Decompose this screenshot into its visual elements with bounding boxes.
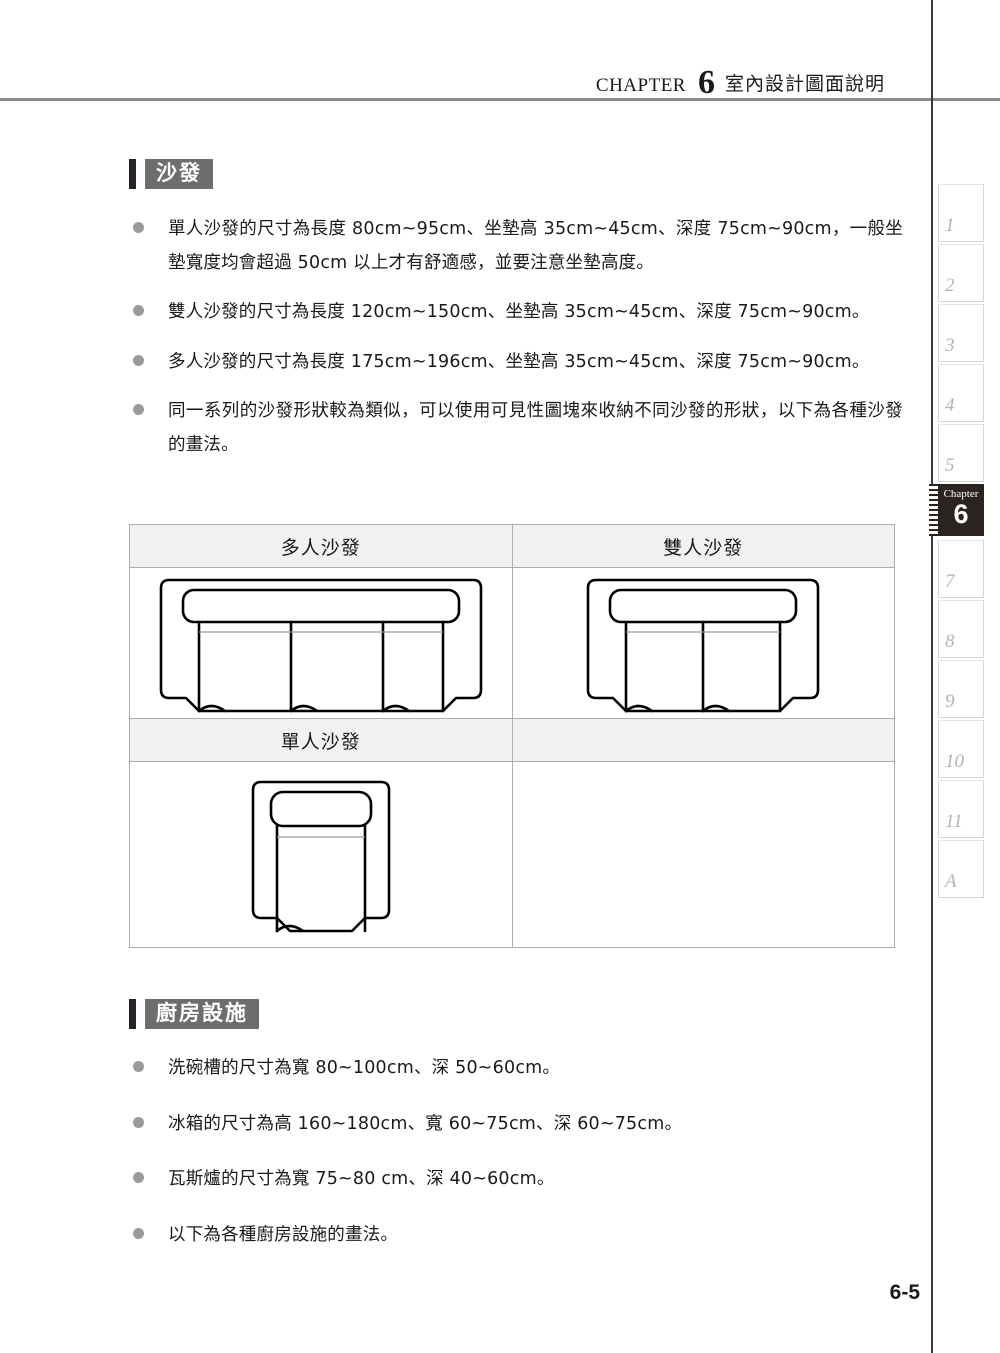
list-item: 洗碗槽的尺寸為寬 80~100cm、深 50~60cm。 xyxy=(133,1052,903,1086)
chapter-tab-6-active[interactable]: Chapter 6 xyxy=(929,484,984,536)
header-title: 室內設計圖面說明 xyxy=(724,73,885,95)
list-item: 以下為各種廚房設施的畫法。 xyxy=(133,1219,903,1253)
table-header-cell-empty xyxy=(511,718,895,762)
list-item-text: 單人沙發的尺寸為長度 80cm~95cm、坐墊高 35cm~45cm、深度 75… xyxy=(168,219,903,273)
bullet-dot-icon xyxy=(133,1172,144,1184)
bullet-dot-icon xyxy=(133,1116,144,1128)
chapter-tab-11[interactable]: 11 xyxy=(938,780,984,838)
chapter-tab-1[interactable]: 1 xyxy=(938,184,984,242)
list-item: 單人沙發的尺寸為長度 80cm~95cm、坐墊高 35cm~45cm、深度 75… xyxy=(133,213,903,280)
table-row xyxy=(129,761,895,948)
bullet-dot-icon xyxy=(133,404,144,416)
list-item-text: 同一系列的沙發形狀較為類似，可以使用可見性圖塊來收納不同沙發的形狀，以下為各種沙… xyxy=(168,401,903,455)
chapter-tab-label: 1 xyxy=(945,215,955,236)
chapter-tab-label: 11 xyxy=(945,811,963,832)
kitchen-bullet-list: 洗碗槽的尺寸為寬 80~100cm、深 50~60cm。 冰箱的尺寸為高 160… xyxy=(133,1052,903,1252)
chapter-tab-appendix-a[interactable]: A xyxy=(938,840,984,898)
chapter-tab-10[interactable]: 10 xyxy=(938,720,984,778)
heading-accent-bar xyxy=(129,999,136,1029)
sofa-one-seat-drawing xyxy=(251,780,391,932)
bullet-dot-icon xyxy=(133,222,144,233)
table-row xyxy=(129,567,895,719)
bullet-dot-icon xyxy=(133,1061,144,1072)
chapter-tab-label: A xyxy=(945,871,957,892)
chapter-tab-label: 5 xyxy=(945,455,955,476)
list-item: 冰箱的尺寸為高 160~180cm、寬 60~75cm、深 60~75cm。 xyxy=(133,1108,903,1142)
tab-rail-divider-line xyxy=(931,0,933,1353)
list-item: 多人沙發的尺寸為長度 175cm~196cm、坐墊高 35cm~45cm、深度 … xyxy=(133,346,903,380)
sofa-two-seat-drawing xyxy=(586,578,820,713)
chapter-tab-rail: 1 2 3 4 5 Chapter 6 7 8 9 10 11 A xyxy=(929,184,986,900)
chapter-tab-label: 2 xyxy=(945,275,955,296)
list-item: 雙人沙發的尺寸為長度 120cm~150cm、坐墊高 35cm~45cm、深度 … xyxy=(133,296,903,330)
section-heading-kitchen: 廚房設施 xyxy=(129,998,259,1030)
sofa-drawing-table: 多人沙發 雙人沙發 單人沙發 xyxy=(129,524,895,948)
chapter-tab-5[interactable]: 5 xyxy=(938,424,984,482)
chapter-tab-label: 3 xyxy=(945,335,955,356)
active-tab-chapter-number: 6 xyxy=(953,499,969,529)
list-item-text: 以下為各種廚房設施的畫法。 xyxy=(168,1224,399,1245)
table-row: 多人沙發 雙人沙發 xyxy=(129,524,895,568)
table-header-cell-two-seat: 雙人沙發 xyxy=(511,524,895,568)
bullet-dot-icon xyxy=(133,305,144,317)
list-item-text: 瓦斯爐的尺寸為寬 75~80 cm、深 40~60cm。 xyxy=(168,1169,555,1190)
page-header: CHAPTER 6 室內設計圖面說明 xyxy=(0,58,931,100)
chapter-tab-8[interactable]: 8 xyxy=(938,600,984,658)
sofa-three-seat-drawing xyxy=(159,578,483,713)
figure-cell-empty xyxy=(511,761,895,948)
section-heading-kitchen-label: 廚房設施 xyxy=(145,998,259,1030)
chapter-tab-label: 8 xyxy=(945,631,955,652)
header-chapter-word: CHAPTER xyxy=(595,75,686,96)
chapter-tab-4[interactable]: 4 xyxy=(938,364,984,422)
bullet-dot-icon xyxy=(133,1227,144,1239)
chapter-tab-9[interactable]: 9 xyxy=(938,660,984,718)
section-heading-sofa: 沙發 xyxy=(129,158,213,190)
chapter-tab-7[interactable]: 7 xyxy=(938,540,984,598)
list-item-text: 冰箱的尺寸為高 160~180cm、寬 60~75cm、深 60~75cm。 xyxy=(168,1113,683,1134)
table-row: 單人沙發 xyxy=(129,718,895,762)
bullet-dot-icon xyxy=(133,354,144,366)
figure-cell-single-seat-sofa xyxy=(129,761,513,948)
heading-accent-bar xyxy=(129,159,136,189)
chapter-tab-label: 9 xyxy=(945,691,955,712)
list-item-text: 多人沙發的尺寸為長度 175cm~196cm、坐墊高 35cm~45cm、深度 … xyxy=(168,351,870,372)
chapter-tab-2[interactable]: 2 xyxy=(938,244,984,302)
chapter-tab-label: 10 xyxy=(945,751,964,772)
figure-cell-three-seat-sofa xyxy=(129,567,513,719)
header-chapter-number: 6 xyxy=(697,64,715,101)
figure-cell-two-seat-sofa xyxy=(511,567,895,719)
header-divider-rule xyxy=(0,98,1000,101)
tab-ticks-decoration xyxy=(929,484,938,536)
page-number: 6-5 xyxy=(889,1281,920,1304)
list-item-text: 雙人沙發的尺寸為長度 120cm~150cm、坐墊高 35cm~45cm、深度 … xyxy=(168,302,870,323)
chapter-tab-label: 7 xyxy=(945,571,955,592)
chapter-tab-label: 4 xyxy=(945,395,955,416)
table-header-cell-single-seat: 單人沙發 xyxy=(129,718,513,762)
list-item: 同一系列的沙發形狀較為類似，可以使用可見性圖塊來收納不同沙發的形狀，以下為各種沙… xyxy=(133,395,903,462)
list-item-text: 洗碗槽的尺寸為寬 80~100cm、深 50~60cm。 xyxy=(168,1058,561,1078)
sofa-bullet-list: 單人沙發的尺寸為長度 80cm~95cm、坐墊高 35cm~45cm、深度 75… xyxy=(133,213,903,479)
table-header-cell-multi-seat: 多人沙發 xyxy=(129,524,513,568)
section-heading-sofa-label: 沙發 xyxy=(145,158,213,190)
chapter-tab-3[interactable]: 3 xyxy=(938,304,984,362)
list-item: 瓦斯爐的尺寸為寬 75~80 cm、深 40~60cm。 xyxy=(133,1163,903,1197)
